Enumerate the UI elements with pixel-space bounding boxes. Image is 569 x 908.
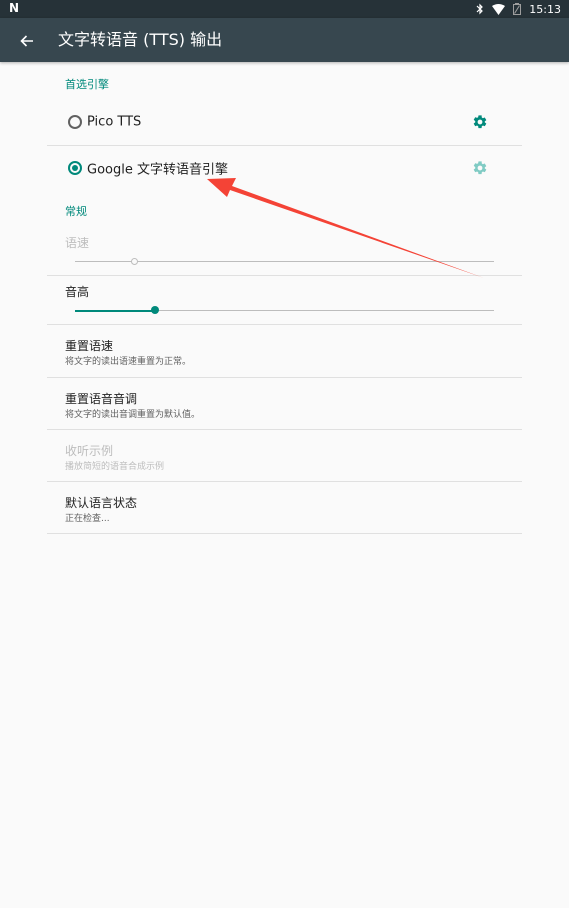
engine-option-google[interactable]: Google 文字转语音引擎 <box>47 145 522 191</box>
pref-title: 默认语言状态 <box>65 496 138 510</box>
slider-track <box>75 261 494 262</box>
pref-title: 收听示例 <box>65 444 114 458</box>
gear-icon[interactable] <box>472 114 488 130</box>
engine-option-pico[interactable]: Pico TTS <box>47 99 522 145</box>
slider-thumb[interactable] <box>150 306 159 314</box>
reset-pitch-item[interactable]: 重置语音音调 将文字的读出音调重置为默认值。 <box>47 378 522 429</box>
app-bar: 文字转语音 (TTS) 输出 <box>0 18 569 62</box>
status-time: 15:13 <box>529 2 561 16</box>
engine-label: Google 文字转语音引擎 <box>87 162 228 178</box>
pref-summary: 将文字的读出音调重置为默认值。 <box>65 410 201 420</box>
engine-label: Pico TTS <box>87 114 142 130</box>
radio-unchecked-icon[interactable] <box>68 115 82 129</box>
pitch-label: 音高 <box>65 285 90 299</box>
notification-n-icon: N <box>9 1 20 15</box>
status-icons: 15:13 <box>476 0 561 18</box>
bluetooth-icon <box>476 3 484 15</box>
section-header-engines: 首选引擎 <box>65 78 109 91</box>
default-language-status-item[interactable]: 默认语言状态 正在检查... <box>47 482 522 533</box>
back-button[interactable] <box>14 28 40 54</box>
arrow-left-icon <box>20 35 33 47</box>
listen-example-item: 收听示例 播放简短的语音合成示例 <box>47 430 522 481</box>
pref-summary: 播放简短的语音合成示例 <box>65 462 165 472</box>
pref-summary: 将文字的读出语速重置为正常。 <box>65 357 192 367</box>
reset-speech-rate-item[interactable]: 重置语速 将文字的读出语速重置为正常。 <box>47 325 522 377</box>
section-header-general: 常规 <box>65 205 87 218</box>
slider-fill <box>75 310 155 312</box>
pref-title: 重置语速 <box>65 339 114 353</box>
battery-icon <box>513 3 522 15</box>
speech-rate-label: 语速 <box>65 236 90 250</box>
radio-checked-icon[interactable] <box>68 161 82 175</box>
pref-title: 重置语音音调 <box>65 392 138 406</box>
slider-thumb <box>130 258 138 265</box>
divider <box>47 275 522 276</box>
wifi-icon <box>492 3 506 15</box>
page-title: 文字转语音 (TTS) 输出 <box>58 30 223 49</box>
status-bar: N 15:13 <box>0 0 569 18</box>
pitch-slider[interactable] <box>75 306 494 316</box>
pref-summary: 正在检查... <box>65 514 110 524</box>
gear-icon-disabled <box>473 161 487 175</box>
speech-rate-slider <box>75 257 494 267</box>
divider <box>47 533 522 534</box>
